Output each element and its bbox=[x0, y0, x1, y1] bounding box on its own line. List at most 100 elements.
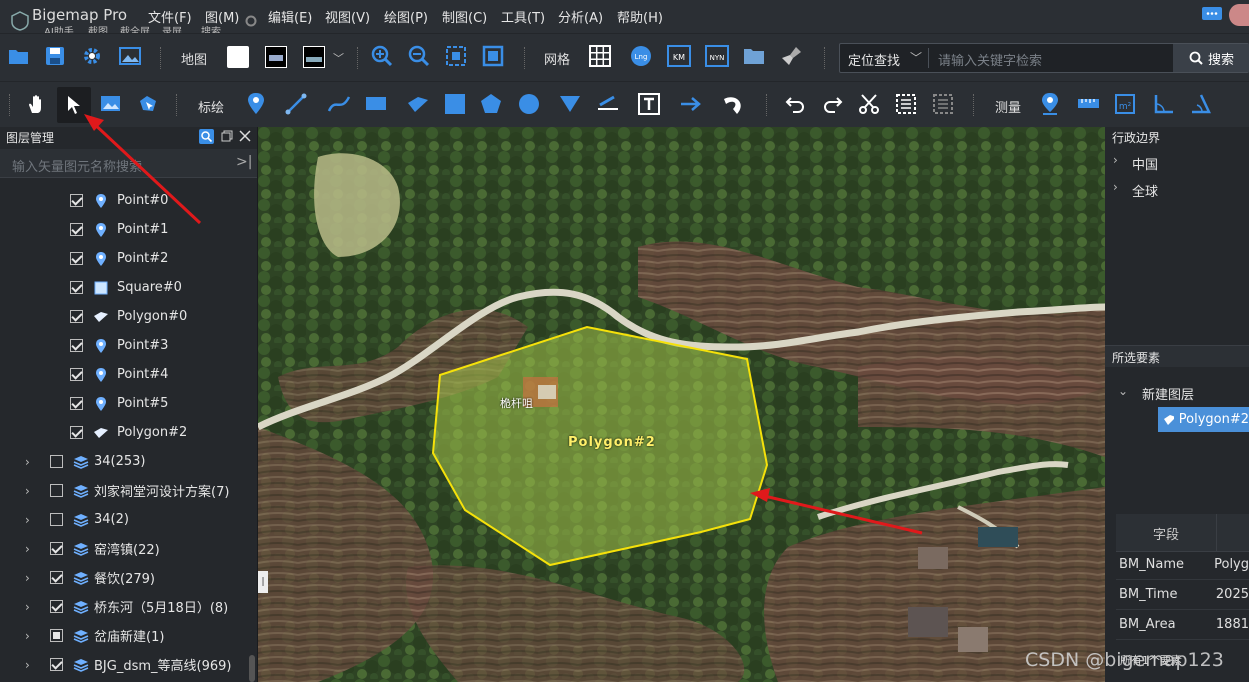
chevron-right-icon[interactable]: › bbox=[25, 543, 35, 555]
zoom-extent-icon[interactable] bbox=[445, 45, 467, 67]
mapsheet-grid-icon[interactable]: NYN bbox=[705, 45, 729, 67]
layer-checkbox[interactable] bbox=[70, 339, 83, 352]
basemap-white-button[interactable] bbox=[227, 46, 249, 68]
basemap-satellite-button[interactable] bbox=[303, 46, 325, 68]
menu-edit[interactable]: 编辑(E) bbox=[268, 7, 312, 26]
restore-icon[interactable] bbox=[221, 130, 233, 142]
search-input[interactable]: 请输入关键字检索 bbox=[938, 50, 1042, 69]
map-view[interactable]: 桅杆咀 Polygon#2 | bbox=[258, 127, 1105, 682]
layer-checkbox[interactable] bbox=[70, 310, 83, 323]
search-button[interactable]: 搜索 bbox=[1173, 44, 1249, 72]
layer-checkbox[interactable] bbox=[70, 368, 83, 381]
select-tool-button[interactable] bbox=[57, 87, 91, 123]
curve-tool-icon[interactable] bbox=[327, 93, 351, 115]
measure-area-icon[interactable]: m² bbox=[1114, 93, 1136, 115]
square-tool-icon[interactable] bbox=[444, 93, 466, 115]
close-icon[interactable] bbox=[239, 130, 251, 142]
layer-group[interactable]: › 34(253) bbox=[25, 447, 146, 476]
triangle-tool-icon[interactable] bbox=[559, 94, 581, 114]
layer-search-field[interactable]: 输入矢量图元名称搜索 >| bbox=[0, 149, 257, 178]
undo-icon[interactable] bbox=[785, 94, 807, 114]
settings-icon[interactable] bbox=[82, 46, 102, 66]
menu-analysis[interactable]: 分析(A) bbox=[558, 7, 603, 26]
measure-distance-icon[interactable] bbox=[1077, 94, 1101, 114]
layer-group-checkbox[interactable] bbox=[50, 571, 63, 584]
menu-file[interactable]: 文件(F) bbox=[148, 7, 192, 26]
chevron-right-icon[interactable]: › bbox=[25, 485, 35, 497]
chevron-down-icon[interactable]: ﹀ bbox=[333, 50, 344, 66]
chevron-right-icon[interactable]: › bbox=[1113, 180, 1118, 194]
menu-map[interactable]: 图(M) bbox=[205, 7, 239, 26]
search-mode-select[interactable]: 定位查找 bbox=[848, 50, 900, 69]
measure-point-icon[interactable] bbox=[1040, 92, 1060, 116]
admin-item-global[interactable]: 全球 bbox=[1132, 181, 1158, 200]
measure-angle-icon[interactable] bbox=[1153, 93, 1175, 115]
chevron-right-icon[interactable]: › bbox=[1113, 153, 1118, 167]
image-select-icon[interactable] bbox=[100, 94, 122, 114]
chevron-right-icon[interactable]: › bbox=[25, 456, 35, 468]
rectangle-tool-icon[interactable] bbox=[365, 95, 389, 113]
chevron-right-icon[interactable]: › bbox=[25, 601, 35, 613]
layer-group-checkbox[interactable] bbox=[50, 513, 63, 526]
select-all-icon[interactable] bbox=[895, 93, 917, 115]
layer-checkbox[interactable] bbox=[70, 397, 83, 410]
redo-icon[interactable] bbox=[821, 94, 843, 114]
selected-feature-item[interactable]: Polygon#2 bbox=[1158, 407, 1249, 432]
layer-group[interactable]: › 餐饮(279) bbox=[25, 563, 155, 592]
menu-help[interactable]: 帮助(H) bbox=[617, 7, 663, 26]
side-handle[interactable]: | bbox=[258, 571, 268, 593]
layer-checkbox[interactable] bbox=[70, 194, 83, 207]
layer-group[interactable]: › 桥东河（5月18日）(8) bbox=[25, 592, 228, 621]
image-icon[interactable] bbox=[119, 46, 141, 66]
pentagon-tool-icon[interactable] bbox=[480, 93, 502, 115]
chevron-down-icon[interactable]: ﹀ bbox=[910, 49, 922, 66]
open-folder-icon[interactable] bbox=[8, 47, 30, 65]
layer-checkbox[interactable] bbox=[70, 252, 83, 265]
km-grid-icon[interactable]: KM bbox=[667, 45, 691, 67]
clear-brush-icon[interactable] bbox=[781, 45, 803, 67]
layer-item[interactable]: Polygon#0 bbox=[70, 302, 187, 331]
layer-search-input[interactable]: 输入矢量图元名称搜索 bbox=[12, 156, 142, 175]
point-marker-tool-icon[interactable] bbox=[246, 92, 266, 116]
layer-item[interactable]: Point#5 bbox=[70, 389, 168, 418]
layer-item[interactable]: Point#3 bbox=[70, 331, 168, 360]
layer-checkbox[interactable] bbox=[70, 281, 83, 294]
search-icon[interactable] bbox=[199, 129, 214, 144]
cut-icon[interactable] bbox=[858, 93, 880, 115]
chevron-down-icon[interactable]: ⌄ bbox=[1118, 384, 1128, 398]
menu-draw[interactable]: 绘图(P) bbox=[384, 7, 428, 26]
layer-group-checkbox[interactable] bbox=[50, 629, 63, 642]
layer-group[interactable]: › 34(2) bbox=[25, 505, 129, 534]
zoom-in-icon[interactable] bbox=[371, 45, 393, 67]
measure-azimuth-icon[interactable] bbox=[1189, 93, 1211, 115]
layer-item[interactable]: Point#4 bbox=[70, 360, 168, 389]
layer-checkbox[interactable] bbox=[70, 223, 83, 236]
layer-group[interactable]: › 岔庙新建(1) bbox=[25, 621, 164, 650]
menu-cartography[interactable]: 制图(C) bbox=[442, 7, 487, 26]
chevron-right-icon[interactable]: › bbox=[25, 630, 35, 642]
layer-item[interactable]: Polygon#2 bbox=[70, 418, 187, 447]
chevron-right-icon[interactable]: › bbox=[25, 659, 35, 671]
gear-icon[interactable] bbox=[244, 14, 258, 28]
layer-group-checkbox[interactable] bbox=[50, 542, 63, 555]
layer-group-checkbox[interactable] bbox=[50, 455, 63, 468]
line-tool-icon[interactable] bbox=[285, 93, 307, 115]
grid-icon[interactable] bbox=[589, 45, 611, 67]
text-tool-icon[interactable] bbox=[638, 93, 662, 115]
save-icon[interactable] bbox=[45, 46, 65, 66]
deselect-icon[interactable] bbox=[932, 93, 954, 115]
arrow-tool-icon[interactable] bbox=[679, 94, 703, 114]
layer-item[interactable]: Point#1 bbox=[70, 215, 168, 244]
layer-item[interactable]: Point#0 bbox=[70, 186, 168, 215]
basemap-night-button[interactable] bbox=[265, 46, 287, 68]
admin-item-china[interactable]: 中国 bbox=[1132, 154, 1158, 173]
chevron-right-icon[interactable]: › bbox=[25, 572, 35, 584]
folder-icon[interactable] bbox=[743, 45, 765, 67]
scrollbar[interactable] bbox=[249, 655, 255, 682]
chat-icon[interactable] bbox=[1201, 6, 1223, 24]
chevron-right-icon[interactable]: › bbox=[25, 514, 35, 526]
measure-line-tool-icon[interactable] bbox=[596, 93, 620, 115]
layer-item[interactable]: Square#0 bbox=[70, 273, 182, 302]
pan-hand-icon[interactable] bbox=[26, 93, 48, 115]
layer-group-checkbox[interactable] bbox=[50, 600, 63, 613]
